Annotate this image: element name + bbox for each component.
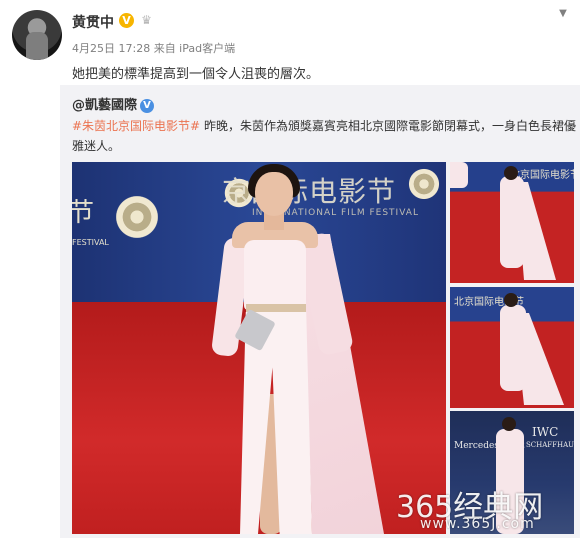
original-user-handle[interactable]: @凱藝國際 [72, 98, 137, 113]
face [255, 172, 293, 216]
main-photo[interactable]: 节 FESTIVAL 京国际电影节 INTERNATIONAL FILM FES… [72, 162, 446, 534]
post-username[interactable]: 黄贯中 [72, 12, 114, 32]
post-meta[interactable]: 4月25日 17:28 来自 iPad客户端 [72, 40, 235, 56]
flower-logo [406, 166, 442, 202]
thumb-head [504, 293, 518, 307]
thumb-side-figure [450, 162, 468, 188]
flower-logo [112, 192, 162, 242]
post-text: 她把美的標準提高到一個令人沮喪的層次。 [72, 67, 320, 82]
original-user: @凱藝國際 V [72, 94, 155, 113]
thumb-cape [516, 182, 556, 280]
verified-badge-icon: V [140, 99, 155, 113]
repost-box: @凱藝國際 V #朱茵北京国际电影节# 昨晚，朱茵作為頒獎嘉賓亮相北京國際電影節閉… [60, 85, 580, 538]
brand-schaffhausen: SCHAFFHAUSEN [526, 441, 574, 449]
watermark-url: www.365J.com [420, 516, 535, 532]
chevron-down-icon[interactable]: ▼ [556, 8, 570, 20]
dress-bodice [244, 240, 306, 310]
avatar[interactable] [12, 10, 62, 60]
thumbnail-photo-2[interactable]: 北京国际电影节 [450, 287, 574, 408]
repost-text: #朱茵北京国际电影节# 昨晚，朱茵作為頒獎嘉賓亮相北京國際電影節閉幕式，一身白色… [72, 116, 577, 156]
avatar-figure [26, 32, 48, 60]
hashtag-link[interactable]: #朱茵北京国际电影节# [72, 119, 200, 133]
thumb-head [504, 166, 518, 180]
backdrop-sub-left: FESTIVAL [72, 238, 109, 247]
thumb-head [502, 417, 516, 431]
person-figure [204, 164, 384, 534]
dress-belt [246, 304, 306, 312]
verified-badge-icon: V [119, 13, 134, 28]
backdrop-text-left: 节 [72, 198, 95, 228]
thumbnail-photo-1[interactable]: 北京国际电影节 [450, 162, 574, 283]
crown-icon: ♛ [141, 13, 152, 27]
thumb-cape [514, 313, 564, 405]
brand-iwc: IWC [532, 425, 559, 439]
